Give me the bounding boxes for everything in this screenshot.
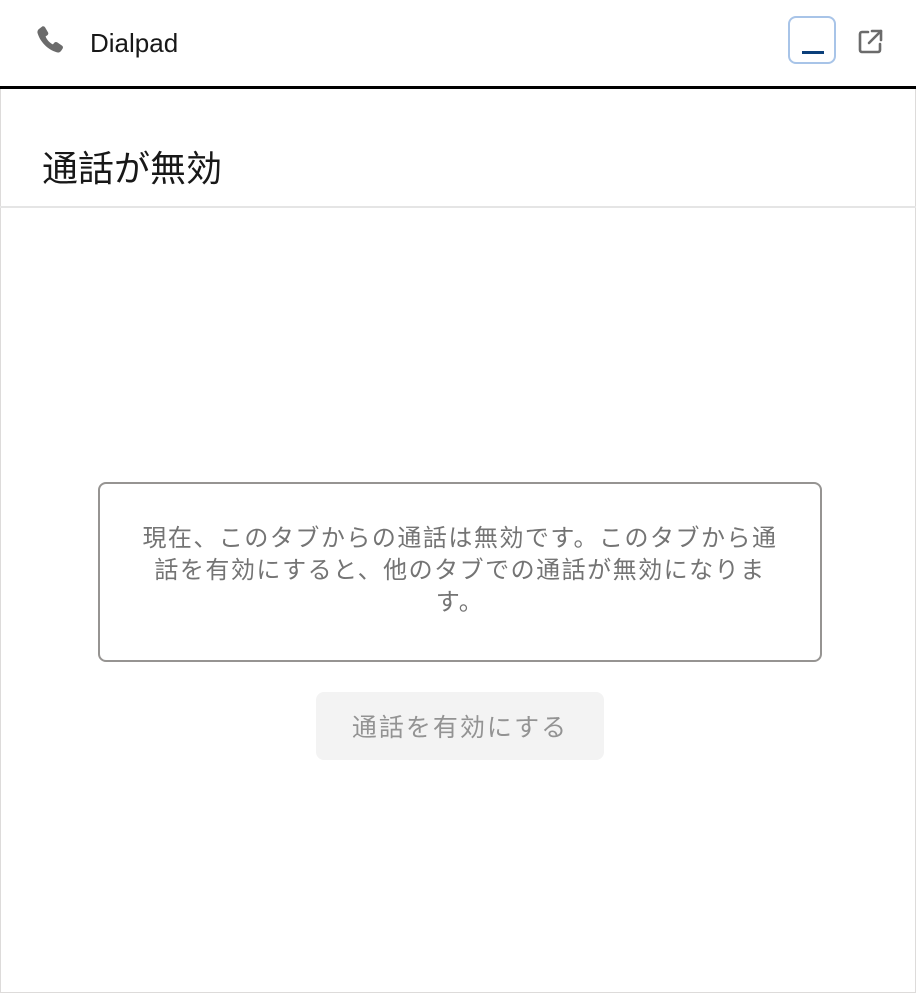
minimize-button[interactable] <box>788 16 836 64</box>
enable-calls-button[interactable]: 通話を有効にする <box>316 692 604 760</box>
minimize-icon <box>802 51 824 54</box>
utility-title: Dialpad <box>90 28 179 58</box>
disabled-calls-message: 現在、このタブからの通話は無効です。このタブから通話を有効にすると、他のタブでの… <box>98 482 822 662</box>
title-divider <box>0 206 916 208</box>
page-title: 通話が無効 <box>42 149 223 191</box>
popout-icon[interactable] <box>856 28 884 56</box>
utility-header: Dialpad <box>0 0 916 89</box>
disabled-calls-message-text: 現在、このタブからの通話は無効です。このタブから通話を有効にすると、他のタブでの… <box>142 524 778 616</box>
phone-icon <box>34 24 66 56</box>
